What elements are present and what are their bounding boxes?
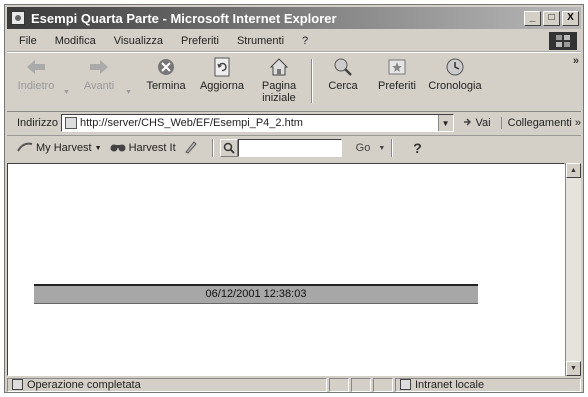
my-harvest-button[interactable]: My Harvest ▼ — [17, 141, 102, 156]
my-harvest-dropdown-icon: ▼ — [94, 144, 102, 152]
history-icon — [444, 57, 466, 77]
menu-help[interactable]: ? — [293, 35, 317, 47]
minimize-button[interactable]: _ — [524, 10, 541, 26]
back-arrow-icon — [25, 57, 47, 77]
refresh-label: Aggiorna — [199, 80, 245, 92]
standard-toolbar: Indietro ▼ Avanti ▼ Termina Aggiorna Pag… — [7, 52, 581, 112]
maximize-button[interactable]: □ — [543, 10, 560, 26]
window-title: Esempi Quarta Parte - Microsoft Internet… — [31, 10, 337, 26]
toolbar-more-chevron[interactable]: » — [573, 55, 579, 67]
harvest-search-icon[interactable] — [219, 139, 238, 157]
harvest-it-label: Harvest It — [128, 142, 176, 154]
go-button[interactable]: Vai — [462, 116, 491, 131]
address-input[interactable]: http://server/CHS_Web/EF/Esempi_P4_2.htm… — [60, 114, 454, 132]
status-cell — [329, 377, 349, 392]
status-bar: Operazione completata Intranet locale — [7, 377, 581, 392]
harvest-go-label: Go — [355, 142, 371, 154]
scroll-up-button[interactable]: ▲ — [566, 163, 581, 178]
menu-strumenti[interactable]: Strumenti — [228, 35, 293, 47]
search-button[interactable]: Cerca — [321, 57, 365, 92]
favorites-label: Preferiti — [378, 80, 416, 92]
status-cell — [373, 377, 393, 392]
history-button[interactable]: Cronologia — [427, 57, 483, 92]
address-bar: Indirizzo http://server/CHS_Web/EF/Esemp… — [7, 111, 581, 136]
status-message: Operazione completata — [27, 378, 141, 391]
favorites-star-icon — [386, 57, 408, 77]
harvest-search-input[interactable] — [237, 139, 342, 157]
binoculars-icon — [110, 141, 126, 156]
back-dropdown-icon[interactable]: ▼ — [63, 89, 70, 96]
history-label: Cronologia — [428, 80, 482, 92]
toolbar-separator — [311, 59, 313, 103]
security-zone-label: Intranet locale — [415, 378, 485, 391]
page-content[interactable]: 06/12/2001 12:38:03 — [7, 163, 565, 376]
harvest-separator-2 — [391, 139, 394, 157]
back-button[interactable]: Indietro — [13, 57, 59, 92]
refresh-button[interactable]: Aggiorna — [197, 57, 247, 92]
menu-visualizza[interactable]: Visualizza — [105, 35, 172, 47]
harvest-go-dropdown-icon: ▼ — [378, 144, 386, 152]
my-harvest-label: My Harvest — [36, 142, 92, 154]
go-label: Vai — [475, 117, 491, 129]
back-label: Indietro — [17, 80, 55, 92]
stop-label: Termina — [146, 80, 186, 92]
window-controls: _ □ X — [524, 10, 579, 26]
menu-file[interactable]: File — [7, 35, 46, 47]
page-icon — [64, 117, 77, 129]
go-arrow-icon — [462, 116, 474, 131]
harvest-separator — [211, 139, 214, 157]
forward-dropdown-icon[interactable]: ▼ — [125, 89, 132, 96]
menu-bar: File Modifica Visualizza Preferiti Strum… — [7, 31, 581, 52]
search-globe-icon — [332, 57, 354, 77]
forward-button[interactable]: Avanti — [77, 57, 121, 92]
vertical-scrollbar[interactable]: ▲ ▼ — [565, 163, 581, 376]
datetime-display: 06/12/2001 12:38:03 — [34, 284, 478, 304]
address-label: Indirizzo — [17, 117, 58, 129]
browser-window: Esempi Quarta Parte - Microsoft Internet… — [4, 4, 584, 393]
favorites-button[interactable]: Preferiti — [373, 57, 421, 92]
refresh-icon — [211, 57, 233, 77]
forward-label: Avanti — [83, 80, 115, 92]
menu-preferiti[interactable]: Preferiti — [172, 35, 228, 47]
address-url[interactable]: http://server/CHS_Web/EF/Esempi_P4_2.htm — [80, 117, 438, 129]
harvest-logo-icon — [17, 141, 33, 156]
home-label-line2: iniziale — [262, 92, 296, 104]
windows-logo-icon — [549, 32, 577, 50]
harvest-toolbar: My Harvest ▼ Harvest It Go ▼ ? — [7, 136, 581, 160]
menu-modifica[interactable]: Modifica — [46, 35, 105, 47]
status-cell — [351, 377, 371, 392]
stop-button[interactable]: Termina — [141, 57, 191, 92]
address-dropdown-icon[interactable]: ▼ — [437, 115, 453, 131]
pencil-icon — [184, 140, 198, 157]
intranet-zone-icon — [400, 379, 411, 390]
forward-arrow-icon — [88, 57, 110, 77]
stop-icon — [155, 57, 177, 77]
title-bar[interactable]: Esempi Quarta Parte - Microsoft Internet… — [7, 7, 581, 29]
home-icon — [268, 57, 290, 77]
harvest-it-button[interactable]: Harvest It — [110, 141, 176, 156]
harvest-go-button[interactable]: Go ▼ — [356, 142, 386, 154]
search-label: Cerca — [328, 80, 358, 92]
security-zone-panel: Intranet locale — [395, 377, 581, 392]
status-message-panel: Operazione completata — [7, 377, 327, 392]
close-button[interactable]: X — [562, 10, 579, 26]
harvest-help-button[interactable]: ? — [413, 140, 422, 156]
page-done-icon — [12, 379, 23, 390]
home-button[interactable]: Pagina iniziale — [255, 57, 303, 104]
links-button[interactable]: Collegamenti » — [500, 117, 581, 129]
scroll-down-button[interactable]: ▼ — [566, 361, 581, 376]
highlight-button[interactable] — [184, 140, 198, 157]
ie-icon — [11, 11, 25, 25]
home-label-line1: Pagina — [261, 80, 297, 92]
